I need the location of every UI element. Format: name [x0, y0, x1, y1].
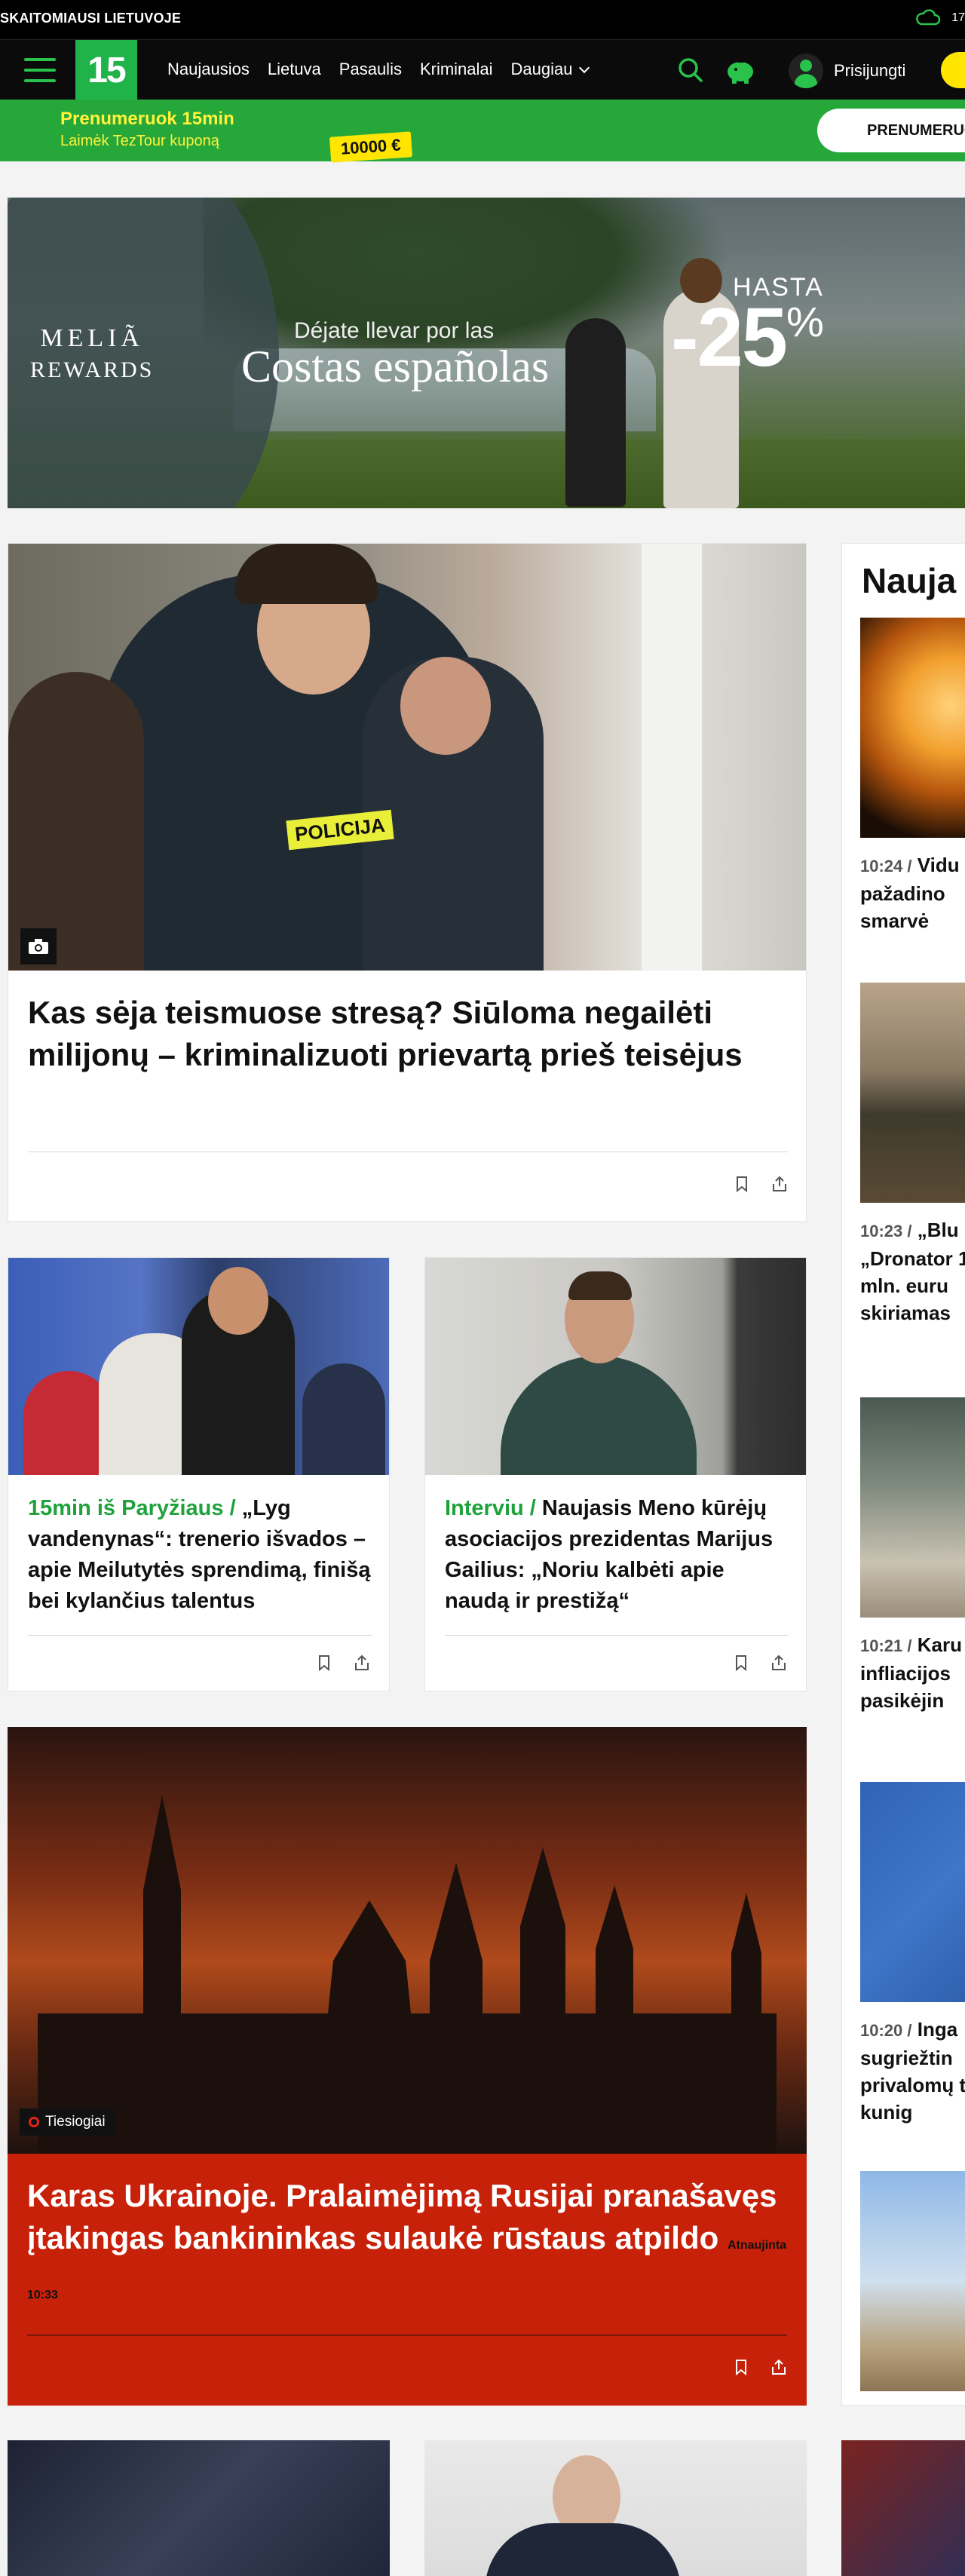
subscription-promo: Prenumeruok 15min Laimėk TezTour kuponą … [0, 100, 965, 163]
sidebar-news-item[interactable]: 10:23 / „Blu „Dronator 1 mln. euru skiri… [860, 983, 965, 1326]
login-label: Prisijungti [834, 61, 906, 80]
main-article-title[interactable]: Kas sėja teismuose stresą? Siūloma negai… [28, 992, 782, 1076]
sidebar-news-item[interactable]: 10:21 / Karu infliacijos pasikėjin [860, 1397, 965, 1714]
camera-icon [20, 928, 57, 964]
divider [28, 1635, 372, 1636]
sidebar-news-image [860, 1782, 965, 2002]
subscribe-button[interactable]: PRENUMERUO [817, 109, 965, 152]
nav-item-naujausios[interactable]: Naujausios [167, 60, 250, 79]
sidebar-news-image [860, 1397, 965, 1618]
coupon-badge: 10000 € [329, 131, 412, 163]
main-article-image: POLICIJA [8, 544, 806, 971]
menu-icon[interactable] [24, 58, 56, 82]
sidebar-news-item[interactable]: 10:24 / Vidu pažadino smarvė [860, 618, 965, 934]
main-article-card[interactable]: POLICIJA Kas sėja teismuose stresą? Siūl… [8, 543, 807, 1222]
nav-menu: Naujausios Lietuva Pasaulis Kriminalai D… [167, 60, 588, 79]
article-card-bottom-left[interactable] [8, 2440, 390, 2576]
nav-item-lietuva[interactable]: Lietuva [268, 60, 321, 79]
advertisement-banner[interactable]: MELIÃ REWARDS Déjate llevar por las Cost… [8, 198, 965, 508]
live-dot-icon [29, 2117, 39, 2127]
live-article-title[interactable]: Karas Ukrainoje. Pralaimėjimą Rusijai pr… [27, 2178, 777, 2256]
piggy-bank-icon[interactable] [725, 57, 755, 84]
nav-item-kriminalai[interactable]: Kriminalai [420, 60, 493, 79]
article-card-paris[interactable]: 15min iš Paryžiaus / „Lyg vandenynas“: t… [8, 1257, 390, 1691]
tagline: SKAITOMIAUSI LIETUVOJE [0, 11, 182, 26]
ad-brand-logo: MELIÃ REWARDS [30, 324, 155, 382]
live-badge: Tiesiogiai [20, 2108, 115, 2136]
article-image-swimmers [8, 1258, 389, 1475]
divider [445, 1635, 789, 1636]
weather-widget[interactable]: 17 [915, 9, 965, 27]
share-icon[interactable] [770, 2359, 787, 2375]
ad-line2: Costas españolas [241, 342, 550, 391]
article-card-bottom-right[interactable] [424, 2440, 807, 2576]
article-category[interactable]: 15min iš Paryžiaus / [28, 1496, 236, 1520]
cloud-icon [916, 9, 941, 26]
live-article-image-kremlin: Tiesiogiai [8, 1727, 807, 2154]
login-button[interactable]: Prisijungti [789, 54, 905, 88]
temperature: 17 [951, 11, 965, 24]
sidebar-news-image [860, 618, 965, 838]
sidebar-news-item[interactable] [860, 2171, 965, 2391]
ad-discount: -25% [671, 291, 824, 384]
yellow-action-button[interactable] [941, 52, 965, 88]
sidebar-news-image [860, 2171, 965, 2391]
top-bar: SKAITOMIAUSI LIETUVOJE 17 [0, 0, 965, 39]
bookmark-icon[interactable] [316, 1654, 332, 1671]
promo-subtitle: Laimėk TezTour kuponą [60, 133, 219, 149]
search-icon[interactable] [677, 57, 704, 84]
sidebar-news-item[interactable]: 10:20 / Inga sugriežtin privalomų tarp k… [860, 1782, 965, 2126]
main-navigation: 15 Naujausios Lietuva Pasaulis Kriminala… [0, 39, 965, 100]
promo-title: Prenumeruok 15min [60, 109, 234, 129]
article-category[interactable]: Interviu / [445, 1496, 536, 1520]
ad-line1: Déjate llevar por las [294, 318, 495, 343]
article-card-bottom-far[interactable] [841, 2440, 965, 2576]
ad-person-woman [565, 318, 626, 507]
sidebar-news-image [860, 983, 965, 1203]
share-icon[interactable] [770, 1654, 787, 1671]
live-article-card[interactable]: Tiesiogiai Karas Ukrainoje. Pralaimėjimą… [8, 1727, 807, 2406]
bookmark-icon[interactable] [734, 1176, 750, 1192]
nav-item-daugiau[interactable]: Daugiau [511, 60, 588, 79]
share-icon[interactable] [354, 1654, 370, 1671]
user-avatar-icon [789, 54, 823, 88]
sidebar-heading: Nauja [862, 561, 957, 600]
article-image-portrait [425, 1258, 806, 1475]
site-logo[interactable]: 15 [75, 40, 137, 100]
latest-news-sidebar: Nauja 10:24 / Vidu pažadino smarvė 10:23… [841, 543, 965, 2406]
bookmark-icon[interactable] [733, 1654, 749, 1671]
bookmark-icon[interactable] [733, 2359, 749, 2375]
article-card-interview[interactable]: Interviu / Naujasis Meno kūrėjų asociaci… [424, 1257, 807, 1691]
nav-item-pasaulis[interactable]: Pasaulis [339, 60, 402, 79]
share-icon[interactable] [771, 1176, 788, 1192]
